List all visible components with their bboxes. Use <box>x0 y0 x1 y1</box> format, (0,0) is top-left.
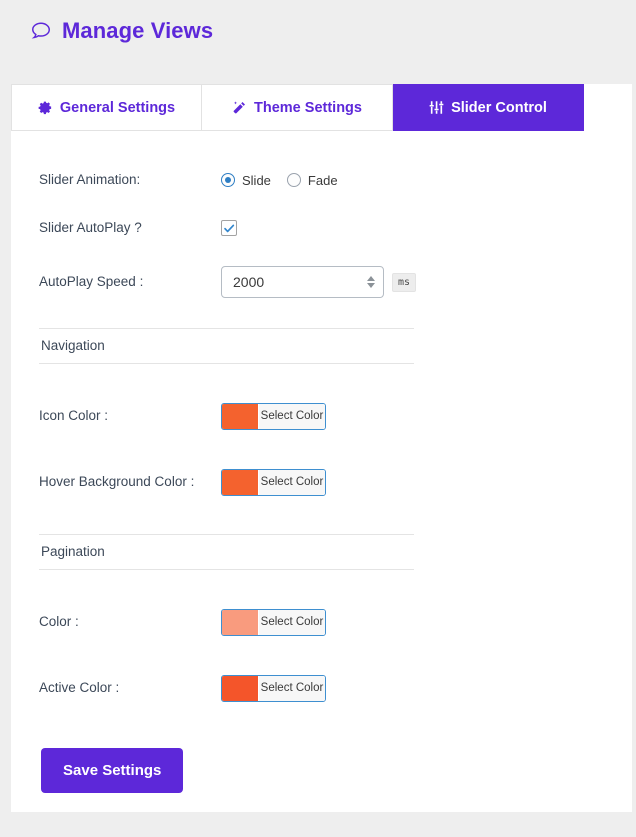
comment-bubble-icon <box>30 20 52 42</box>
save-settings-button[interactable]: Save Settings <box>41 748 184 793</box>
pagination-color-picker-button[interactable]: Select Color <box>221 608 326 636</box>
radio-slide-label: Slide <box>242 172 271 188</box>
field-slider-animation: Slider Animation: Slide Fade <box>11 156 632 204</box>
autoplay-speed-control: 2000 ms <box>221 266 417 298</box>
field-autoplay-speed: AutoPlay Speed : 2000 ms <box>11 258 632 306</box>
slider-animation-control: Slide Fade <box>221 173 338 188</box>
section-navigation-title: Navigation <box>41 338 105 353</box>
slider-autoplay-label: Slider AutoPlay ? <box>39 220 142 236</box>
pagination-color-label: Color : <box>39 614 79 630</box>
pagination-active-color-swatch <box>222 675 258 701</box>
autoplay-speed-value: 2000 <box>233 274 265 290</box>
section-pagination-title: Pagination <box>41 544 105 559</box>
autoplay-speed-unit: ms <box>392 272 417 292</box>
section-pagination: Pagination <box>39 534 414 570</box>
autoplay-speed-label: AutoPlay Speed : <box>39 274 144 290</box>
autoplay-checkbox[interactable] <box>221 220 237 236</box>
hover-background-color-swatch <box>222 469 258 495</box>
field-slider-autoplay: Slider AutoPlay ? <box>11 204 632 252</box>
radio-fade-dot <box>286 173 301 187</box>
tab-theme-settings[interactable]: Theme Settings <box>202 84 393 131</box>
slider-control-panel: Slider Animation: Slide Fade Slider Auto… <box>11 156 632 793</box>
settings-card: General Settings Theme Settings Slider C… <box>11 84 632 812</box>
pagination-color-control: Select Color <box>221 608 326 636</box>
tab-general-settings[interactable]: General Settings <box>11 84 202 131</box>
section-navigation-rule-bottom <box>39 363 414 364</box>
field-hover-background-color: Hover Background Color : Select Color <box>11 458 632 506</box>
tab-slider-control-label: Slider Control <box>451 99 547 116</box>
field-pagination-active-color: Active Color : Select Color <box>11 664 632 712</box>
tab-theme-settings-label: Theme Settings <box>254 99 362 116</box>
magic-wand-icon <box>232 100 247 115</box>
slider-autoplay-control <box>221 220 237 236</box>
field-pagination-color: Color : Select Color <box>11 598 632 646</box>
section-pagination-rule-bottom <box>39 569 414 570</box>
autoplay-speed-input[interactable]: 2000 <box>221 266 384 298</box>
radio-slide[interactable]: Slide <box>221 173 271 188</box>
page-title: Manage Views <box>62 18 214 43</box>
pagination-color-button-label: Select Color <box>258 609 325 635</box>
save-settings-wrap: Save Settings <box>11 734 632 793</box>
radio-fade[interactable]: Fade <box>286 172 338 188</box>
icon-color-control: Select Color <box>221 402 326 430</box>
pagination-color-swatch <box>222 609 258 635</box>
pagination-active-color-picker-button[interactable]: Select Color <box>221 674 326 702</box>
tab-general-settings-label: General Settings <box>59 99 176 116</box>
stepper-up-icon <box>366 276 375 281</box>
radio-fade-label: Fade <box>307 172 338 188</box>
sliders-icon <box>429 100 444 115</box>
autoplay-speed-stepper[interactable] <box>364 273 377 291</box>
tab-bar: General Settings Theme Settings Slider C… <box>11 84 584 131</box>
hover-background-color-label: Hover Background Color : <box>39 474 195 490</box>
hover-background-color-control: Select Color <box>221 468 326 496</box>
pagination-active-color-label: Active Color : <box>39 680 120 696</box>
tab-slider-control[interactable]: Slider Control <box>393 84 584 131</box>
page-header: Manage Views <box>0 0 636 44</box>
slider-animation-label: Slider Animation: <box>39 172 141 188</box>
radio-slide-dot <box>221 173 235 187</box>
hover-background-color-picker-button[interactable]: Select Color <box>221 468 326 496</box>
gear-icon <box>38 100 53 115</box>
icon-color-button-label: Select Color <box>258 403 325 429</box>
icon-color-picker-button[interactable]: Select Color <box>221 402 326 430</box>
field-icon-color: Icon Color : Select Color <box>11 392 632 440</box>
slider-animation-radio-group: Slide Fade <box>221 173 338 188</box>
hover-background-color-button-label: Select Color <box>258 469 325 495</box>
section-navigation: Navigation <box>39 328 414 364</box>
pagination-active-color-control: Select Color <box>221 674 326 702</box>
pagination-active-color-button-label: Select Color <box>258 675 325 701</box>
stepper-down-icon <box>366 283 375 288</box>
icon-color-label: Icon Color : <box>39 408 109 424</box>
icon-color-swatch <box>222 403 258 429</box>
